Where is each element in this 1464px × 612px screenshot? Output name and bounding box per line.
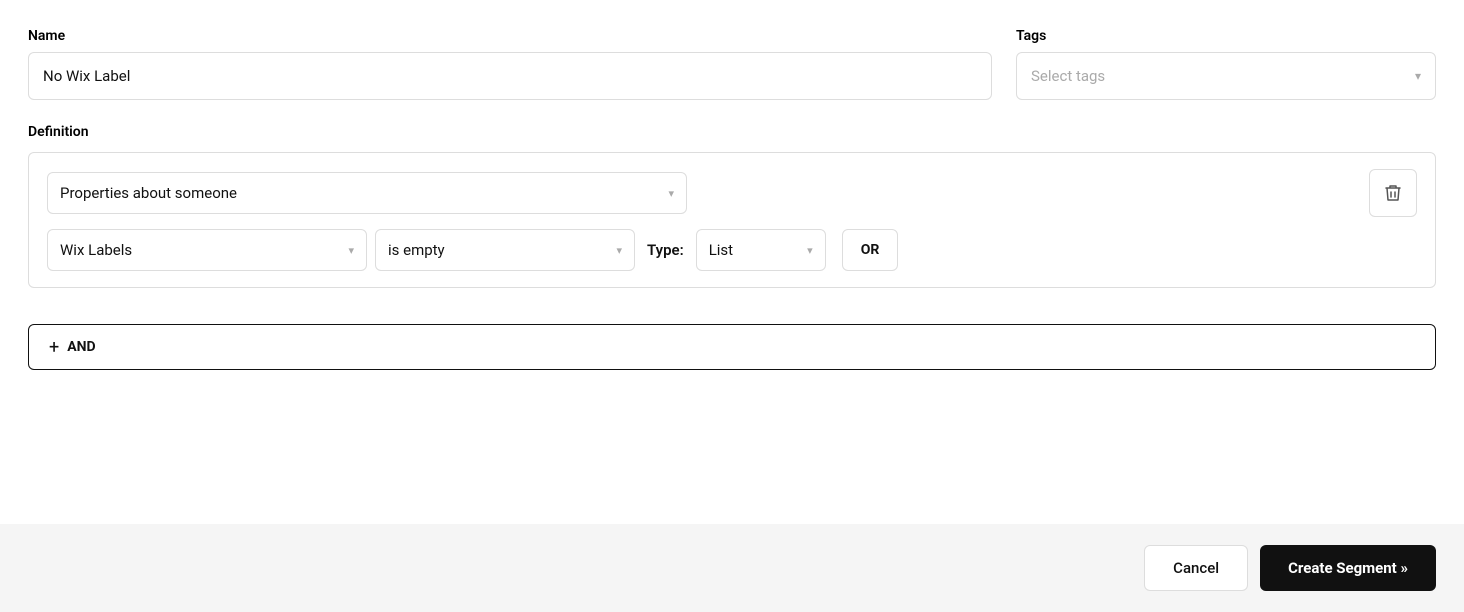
bottom-bar: Cancel Create Segment » [0, 524, 1464, 612]
definition-row-1: Properties about someone ▾ [47, 169, 1417, 217]
and-button[interactable]: + AND [28, 324, 1436, 370]
is-empty-value: is empty [388, 241, 445, 259]
list-value: List [709, 241, 733, 259]
list-dropdown[interactable]: List ▾ [696, 229, 826, 271]
tags-placeholder: Select tags [1031, 67, 1105, 85]
cancel-button[interactable]: Cancel [1144, 545, 1248, 591]
trash-icon [1385, 184, 1401, 202]
tags-field-group: Tags Select tags ▾ [1016, 28, 1436, 100]
tags-chevron-icon: ▾ [1415, 69, 1421, 83]
definition-row-2: Wix Labels ▾ is empty ▾ Type: List ▾ OR [47, 229, 1417, 271]
create-segment-button[interactable]: Create Segment » [1260, 545, 1436, 591]
name-field-group: Name [28, 28, 992, 100]
is-empty-chevron-icon: ▾ [616, 244, 622, 257]
definition-label: Definition [28, 124, 1436, 140]
and-label: AND [67, 339, 95, 355]
definition-box: Properties about someone ▾ Wix Labels ▾ [28, 152, 1436, 288]
definition-section: Definition Properties about someone ▾ [0, 124, 1464, 308]
type-label: Type: [647, 241, 684, 259]
tags-select[interactable]: Select tags ▾ [1016, 52, 1436, 100]
or-button[interactable]: OR [842, 229, 899, 271]
properties-chevron-icon: ▾ [668, 187, 674, 200]
wix-labels-chevron-icon: ▾ [348, 244, 354, 257]
wix-labels-value: Wix Labels [60, 241, 132, 259]
name-input[interactable] [28, 52, 992, 100]
wix-labels-dropdown[interactable]: Wix Labels ▾ [47, 229, 367, 271]
top-section: Name Tags Select tags ▾ [0, 0, 1464, 124]
is-empty-dropdown[interactable]: is empty ▾ [375, 229, 635, 271]
properties-dropdown[interactable]: Properties about someone ▾ [47, 172, 687, 214]
properties-dropdown-value: Properties about someone [60, 184, 237, 202]
name-label: Name [28, 28, 992, 44]
delete-button[interactable] [1369, 169, 1417, 217]
tags-label: Tags [1016, 28, 1436, 44]
list-chevron-icon: ▾ [807, 244, 813, 257]
page-container: Name Tags Select tags ▾ Definition Prope… [0, 0, 1464, 612]
and-plus-icon: + [49, 337, 59, 358]
